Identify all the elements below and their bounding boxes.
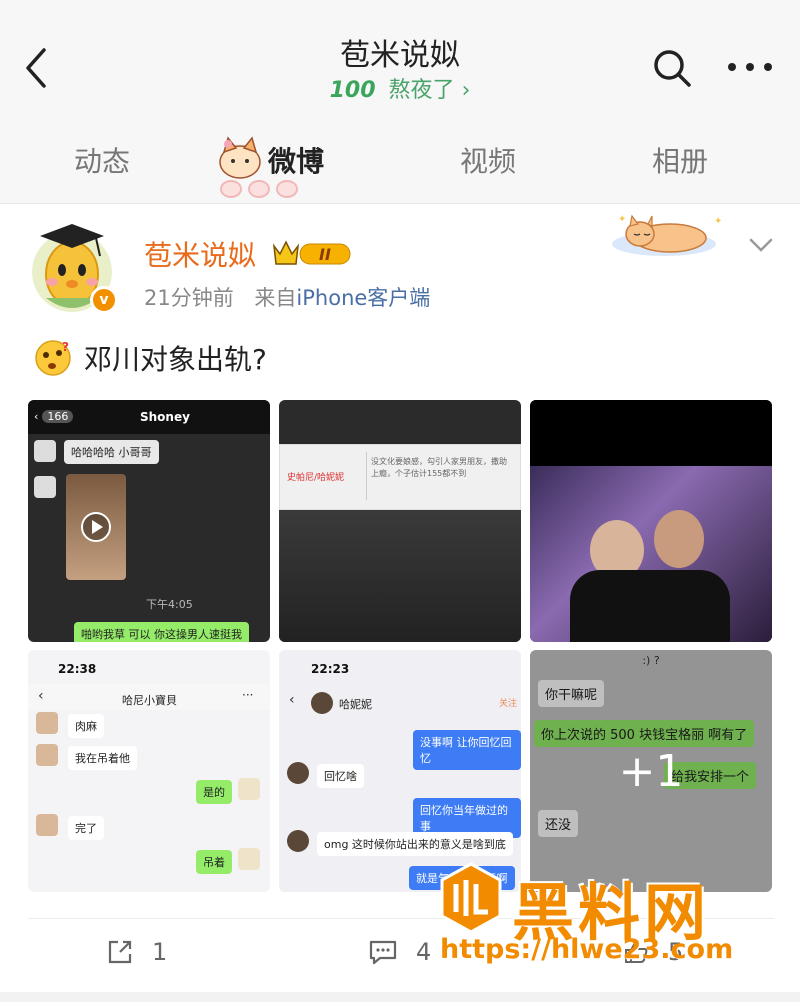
watermark: 黑料网 https://hlwe23.com	[440, 862, 770, 982]
more-options-icon[interactable]: ···	[242, 688, 253, 702]
post-body-text: 邓川对象出轨?	[84, 343, 267, 376]
svg-text:?: ?	[62, 340, 69, 354]
chat-message: 啪哟我草 可以 你这操男人速挺我	[74, 622, 249, 642]
tab-album[interactable]: 相册	[652, 140, 708, 180]
image-thumb-3[interactable]	[530, 400, 772, 642]
gray-note-text: 没文化要娘感，勾引人家男朋友，撒助上瘾，个子估计155都不到	[371, 457, 507, 478]
back-arrow-icon[interactable]: ‹	[38, 688, 44, 704]
svg-text:II: II	[319, 245, 331, 264]
image-thumb-5[interactable]: 22:23 ‹ 哈妮妮 关注 没事啊 让你回忆回忆 回忆啥 回忆你当年做过的事 …	[279, 650, 521, 892]
chat-contact-name: Shoney	[140, 410, 190, 424]
search-icon[interactable]	[652, 48, 692, 88]
more-images-overlay[interactable]: +1	[530, 650, 772, 892]
comment-count: 4	[416, 938, 432, 966]
tab-video[interactable]: 视频	[460, 140, 516, 180]
comment-icon	[369, 940, 397, 965]
post-device: iPhone客户端	[296, 286, 431, 310]
chat-message: 吊着	[196, 850, 232, 874]
chevron-down-icon[interactable]	[748, 236, 774, 254]
chat-message: 回忆啥	[317, 764, 364, 788]
paw-icon	[220, 180, 242, 198]
chat-message: omg 这时候你站出来的意义是啥到底	[317, 832, 513, 856]
repost-count: 1	[152, 938, 168, 966]
chat-title: 哈妮妮	[339, 698, 372, 711]
sleeping-cat-icon: ✦ ✦	[612, 214, 722, 256]
paw-icon	[248, 180, 270, 198]
verified-badge-icon: v	[90, 286, 118, 314]
chat-back: ‹ 166	[34, 410, 74, 423]
comment-button[interactable]: 4	[368, 938, 431, 966]
play-icon[interactable]	[66, 474, 126, 580]
paw-decorations	[220, 180, 320, 200]
post-source-prefix: 来自	[254, 286, 297, 310]
cat-face-icon	[219, 136, 261, 179]
image-thumb-1[interactable]: ‹ 166 Shoney 哈哈哈哈 小哥哥 下午4:05 啪哟我草 可以 你这操男…	[28, 400, 270, 642]
more-options-icon[interactable]	[728, 52, 772, 82]
bottom-strip	[0, 992, 800, 1002]
chat-message: 哈哈哈哈 小哥哥	[64, 440, 159, 464]
paw-icon	[276, 180, 298, 198]
repost-button[interactable]: 1	[106, 938, 167, 966]
post-time: 21分钟前	[144, 286, 234, 310]
image-grid: ‹ 166 Shoney 哈哈哈哈 小哥哥 下午4:05 啪哟我草 可以 你这操男…	[28, 400, 774, 896]
red-name-text: 史帕尼/哈妮妮	[287, 472, 345, 483]
repost-icon	[108, 940, 132, 964]
post-meta: 21分钟前 来自iPhone客户端	[144, 282, 430, 312]
svg-text:✦: ✦	[714, 216, 722, 227]
profile-tabs: 动态 微博 视频 相册	[0, 112, 800, 204]
chat-message: 没事啊 让你回忆回忆	[413, 730, 521, 770]
vip-crown-badge-icon[interactable]: II	[272, 238, 354, 268]
top-nav-bar: 苞米说姒 100 熬夜了 ›	[0, 0, 800, 112]
post-text: ? 邓川对象出轨?	[34, 338, 267, 378]
tab-dongtai[interactable]: 动态	[74, 140, 130, 180]
follow-button[interactable]: 关注	[499, 696, 517, 709]
video-thumbnail[interactable]	[66, 474, 126, 580]
chat-message: 完了	[68, 816, 104, 840]
watermark-url: https://hlwe23.com	[440, 934, 734, 965]
svg-text:✦: ✦	[618, 214, 626, 225]
phone-time: 22:23	[311, 662, 350, 676]
chat-message: 肉麻	[68, 714, 104, 738]
chat-title: 哈尼小寶貝	[122, 694, 177, 707]
image-thumb-4[interactable]: 22:38 ‹ 哈尼小寶貝 ··· 肉麻 我在吊着他 是的 完了 吊着	[28, 650, 270, 892]
image-thumb-6[interactable]: :) ? 你干嘛呢 你上次说的 500 块钱宝格丽 啊有了 给我安排一个 还没 …	[530, 650, 772, 892]
chevron-right-icon: ›	[461, 78, 471, 103]
back-arrow-icon[interactable]: ‹	[289, 692, 295, 708]
watermark-logo-icon	[440, 862, 502, 934]
image-thumb-2[interactable]: 史帕尼/哈妮妮 没文化要娘感，勾引人家男朋友，撒助上瘾，个子估计155都不到	[279, 400, 521, 642]
post-username[interactable]: 苞米说姒	[144, 234, 256, 274]
chat-message: 我在吊着他	[68, 746, 137, 770]
hundred-emoji-icon: 100	[329, 78, 376, 103]
thinking-face-icon: ?	[35, 340, 71, 376]
chat-timestamp: 下午4:05	[146, 598, 193, 611]
status-text: 熬夜了	[388, 78, 455, 103]
phone-time: 22:38	[58, 662, 97, 676]
chat-message: 是的	[196, 780, 232, 804]
tab-weibo[interactable]: 微博	[268, 140, 324, 180]
